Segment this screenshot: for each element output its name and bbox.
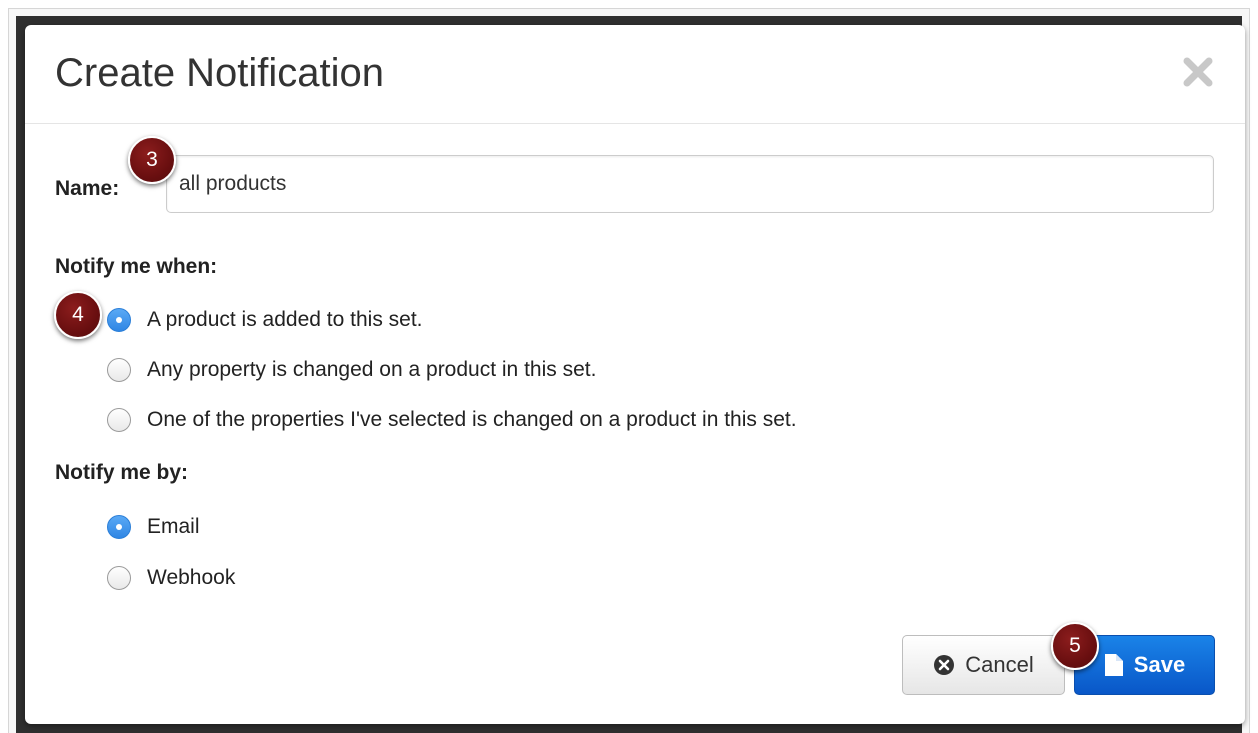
radio-selected-property-changed[interactable]: One of the properties I've selected is c… [107, 405, 797, 435]
dialog-title: Create Notification [55, 51, 385, 95]
radio-label: Any property is changed on a product in … [147, 358, 597, 381]
name-input[interactable] [166, 155, 1214, 213]
radio-button-checked[interactable] [107, 308, 131, 332]
callout-badge-4: 4 [54, 291, 102, 339]
radio-label: Email [147, 515, 200, 538]
radio-product-added[interactable]: A product is added to this set. [107, 305, 423, 335]
notify-when-label: Notify me when: [55, 255, 218, 278]
radio-label: A product is added to this set. [147, 308, 423, 331]
dialog-header: Create Notification [25, 25, 1245, 124]
radio-webhook[interactable]: Webhook [107, 563, 235, 593]
save-button-label: Save [1133, 652, 1186, 677]
radio-button[interactable] [107, 566, 131, 590]
radio-any-property-changed[interactable]: Any property is changed on a product in … [107, 355, 596, 385]
radio-email[interactable]: Email [107, 512, 200, 542]
cancel-button-label: Cancel [965, 652, 1034, 677]
radio-button-checked[interactable] [107, 515, 131, 539]
close-icon[interactable] [1181, 55, 1215, 89]
radio-label: Webhook [147, 566, 236, 589]
radio-button[interactable] [107, 408, 131, 432]
notify-by-label: Notify me by: [55, 461, 189, 484]
name-label: Name: [55, 177, 120, 200]
create-notification-dialog: Create Notification 3 Name: Notify me wh… [25, 25, 1245, 724]
radio-label: One of the properties I've selected is c… [147, 408, 797, 431]
callout-badge-3: 3 [128, 136, 176, 184]
file-icon [1104, 654, 1123, 676]
cancel-button[interactable]: Cancel [902, 635, 1065, 695]
callout-badge-5: 5 [1051, 622, 1099, 670]
times-circle-icon [934, 655, 955, 675]
radio-button[interactable] [107, 358, 131, 382]
